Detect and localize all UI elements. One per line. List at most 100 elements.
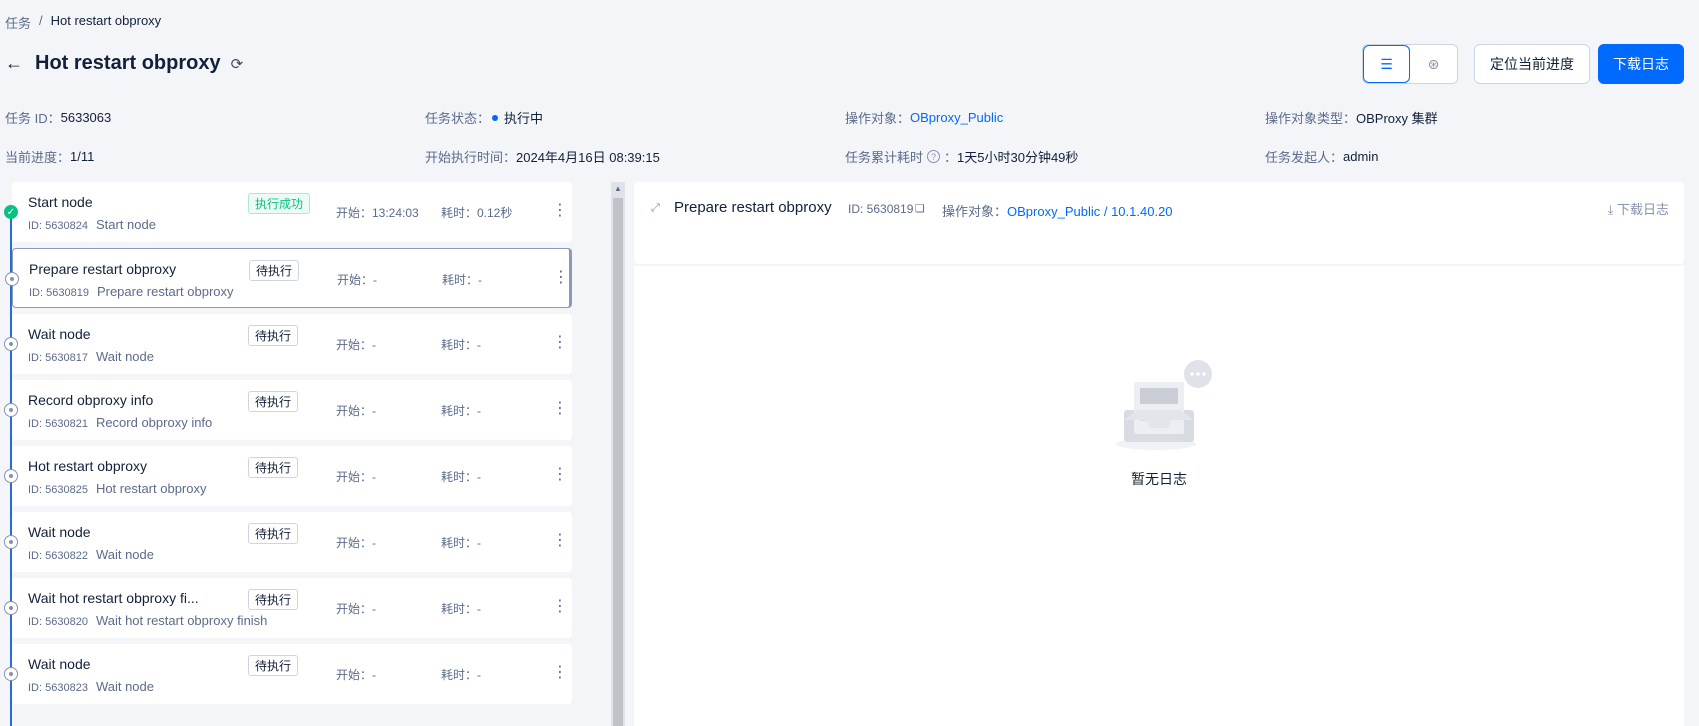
status-badge: 待执行 [248,523,299,544]
node-desc: Wait node [95,679,154,694]
node-cost: 耗时：0.12秒 [441,206,513,220]
detail-target-label: 操作对象： [942,204,1008,219]
task-node-row[interactable]: Wait node ID: 5630817 Wait node 待执行 开始：- 耗时：-… [4,314,572,374]
empty-log-text: 暂无日志 [1131,471,1187,487]
empty-inbox-icon [1114,358,1214,458]
detail-download-label: 下载日志 [1616,202,1669,217]
node-start: 开始：- [336,338,376,352]
status-badge: 执行成功 [248,193,311,214]
info-task-id: 任务 ID： 5633063 [5,108,111,127]
back-arrow-icon[interactable]: ← [5,53,23,74]
status-badge: 待执行 [248,391,299,412]
page-title: Hot restart obproxy [35,52,221,74]
more-icon[interactable]: ⋮ [552,530,568,550]
pending-circle-icon [4,535,18,549]
task-node-row[interactable]: Wait hot restart obproxy fi... ID: 563082… [4,578,572,638]
detail-target-ip[interactable]: 10.1.40.20 [1111,204,1172,219]
task-node-row[interactable]: Wait node ID: 5630822 Wait node 待执行 开始：- 耗时：-… [4,512,572,572]
task-node-row[interactable]: Wait node ID: 5630823 Wait node 待执行 开始：- 耗时：-… [4,644,572,704]
node-start: 开始：- [336,404,376,418]
pending-circle-icon [5,272,19,286]
more-icon[interactable]: ⋮ [552,398,568,418]
node-sub: ID: 5630820 Wait hot restart obproxy fini… [28,613,267,628]
status-badge: 待执行 [249,260,300,281]
node-start: 开始：- [336,602,376,616]
target-link[interactable]: OBproxy_Public [910,110,1003,125]
node-name: Wait node [28,656,91,672]
more-icon[interactable]: ⋮ [552,596,568,616]
task-node-row[interactable]: Prepare restart obproxy ID: 5630819 Prepar… [5,248,572,308]
status-dot-icon [492,114,499,121]
node-cost: 耗时：- [441,536,481,550]
node-desc: Wait node [95,547,154,562]
start-time-label: 开始执行时间： [425,150,517,165]
detail-id: ID: 5630819 [848,202,914,216]
locate-progress-button[interactable]: 定位当前进度 [1474,44,1590,84]
detail-download-log[interactable]: ⤓ 下载日志 [1608,199,1669,218]
node-sub: ID: 5630819 Prepare restart obproxy [29,284,234,299]
node-start: 开始：- [336,470,376,484]
node-sub: ID: 5630817 Wait node [28,349,154,364]
breadcrumb-root[interactable]: 任务 [5,13,31,32]
node-name: Hot restart obproxy [28,458,148,474]
initiator-value: admin [1343,149,1379,164]
download-log-button[interactable]: 下载日志 [1598,44,1684,84]
copy-icon[interactable]: ❏ [915,202,925,215]
task-node-row[interactable]: ✓ Start node ID: 5630824 Start node 执行成功 开始：1… [4,182,572,242]
node-name: Record obproxy info [28,392,154,408]
node-sub: ID: 5630821 Record obproxy info [28,415,212,430]
info-elapsed: 任务累计耗时 ? ： 1天5小时30分钟49秒 [845,147,1078,166]
node-sub: ID: 5630823 Wait node [28,679,154,694]
more-icon[interactable]: ⋮ [552,200,568,220]
node-start: 开始：- [336,668,376,682]
download-icon: ⤓ [1607,202,1614,217]
node-name: Prepare restart obproxy [29,261,177,277]
task-status-value: 执行中 [504,111,544,126]
task-node-row[interactable]: Hot restart obproxy ID: 5630825 Hot restar… [4,446,572,506]
help-icon[interactable]: ? [927,150,941,163]
tree-view-icon[interactable]: ⊛ [1410,45,1457,83]
more-icon[interactable]: ⋮ [553,267,569,287]
node-sub: ID: 5630824 Start node [28,217,156,232]
info-start-time: 开始执行时间： 2024年4月16日 08:39:15 [425,147,660,166]
node-cost: 耗时：- [441,602,481,616]
more-icon[interactable]: ⋮ [552,332,568,352]
detail-target: 操作对象：OBproxy_Public / 10.1.40.20 [942,201,1173,220]
list-view-icon[interactable]: ☰ [1363,45,1410,83]
detail-title: Prepare restart obproxy [674,199,832,216]
status-badge: 待执行 [248,457,299,478]
refresh-icon[interactable]: ⟳ [231,55,244,73]
node-id: ID: 5630821 [28,418,88,430]
task-id-label: 任务 ID： [5,111,61,126]
target-label: 操作对象： [845,111,911,126]
scroll-up-icon[interactable]: ▲ [614,184,622,193]
node-start: 开始：13:24:03 [336,206,419,220]
detail-target-link[interactable]: OBproxy_Public [1007,204,1100,219]
scrollbar-thumb[interactable] [613,198,623,726]
pending-circle-icon [4,469,18,483]
target-type-label: 操作对象类型： [1265,111,1357,126]
node-name: Start node [28,194,93,210]
info-task-status: 任务状态： 执行中 [425,108,543,127]
node-id: ID: 5630819 [29,287,89,299]
log-panel: 暂无日志 [634,266,1684,726]
pending-circle-icon [4,601,18,615]
node-id: ID: 5630823 [28,682,88,694]
scrollbar[interactable]: ▲ [611,182,625,726]
pending-circle-icon [4,667,18,681]
more-icon[interactable]: ⋮ [552,464,568,484]
breadcrumb-separator: / [39,13,43,28]
info-initiator: 任务发起人： admin [1265,147,1378,166]
node-cost: 耗时：- [441,404,481,418]
node-desc: Prepare restart obproxy [96,284,234,299]
more-icon[interactable]: ⋮ [552,662,568,682]
node-cost: 耗时：- [442,273,482,287]
view-toggle: ☰ ⊛ [1362,44,1458,84]
title-row: ← Hot restart obproxy ⟳ [5,52,243,75]
node-desc: Wait hot restart obproxy finish [95,613,268,628]
task-node-row[interactable]: Record obproxy info ID: 5630821 Record obp… [4,380,572,440]
info-target: 操作对象： OBproxy_Public [845,108,1003,127]
elapsed-label: 任务累计耗时 [845,150,924,165]
expand-icon[interactable]: ⤢ [651,202,663,214]
breadcrumb-current: Hot restart obproxy [50,13,162,28]
